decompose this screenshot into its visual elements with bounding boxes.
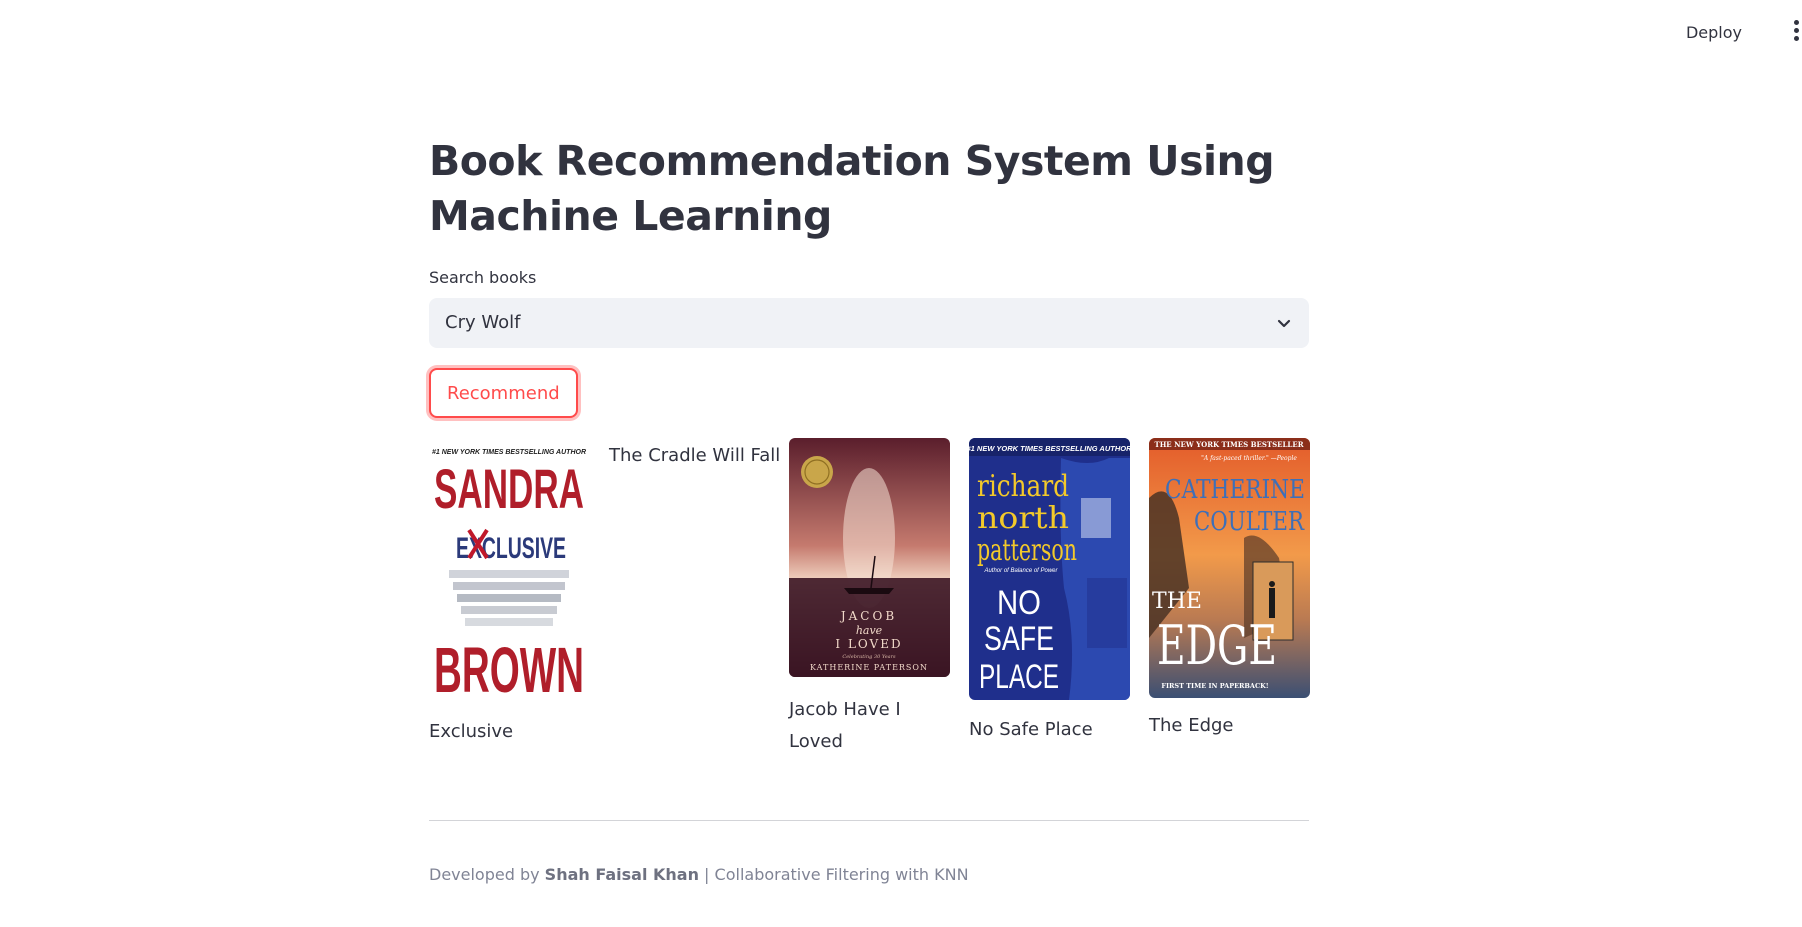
cover-line1: THE [1152,589,1202,614]
cover-line3: PLACE [979,658,1059,696]
cover-quote: "A fast-paced thriller." —People [1201,455,1297,462]
page-title: Book Recommendation System Using Machine… [429,134,1309,244]
chevron-down-icon [1277,319,1291,328]
book-title: The Edge [1149,715,1234,736]
cover-tagline: #1 NEW YORK TIMES BESTSELLING AUTHOR [969,444,1130,453]
cover-bottom: FIRST TIME IN PAPERBACK! [1161,682,1268,690]
kebab-menu-icon[interactable] [1792,20,1800,46]
book-cover-image: #1 NEW YORK TIMES BESTSELLING AUTHOR SAN… [429,440,590,700]
book-title: Jacob Have I Loved [789,699,901,752]
cover-subtag: Author of Balance of Power [983,568,1058,574]
cover-line2: EDGE [1157,614,1277,677]
page-title-line-1: Book Recommendation System Using [429,137,1275,185]
book-cover-image: THE NEW YORK TIMES BESTSELLER "A fast-pa… [1149,438,1310,698]
cover-line1: NO [997,584,1041,622]
book-cover-image: #1 NEW YORK TIMES BESTSELLING AUTHOR ric… [969,438,1130,700]
footer-credit: Developed by Shah Faisal Khan | Collabor… [429,864,969,886]
cover-author-line1: richard [977,469,1069,504]
cover-line3: BROWN [434,634,584,700]
footer-author: Shah Faisal Khan [544,865,699,884]
book-title: No Safe Place [969,719,1093,740]
cover-author-line1: CATHERINE [1165,475,1305,505]
footer-divider [429,820,1309,821]
cover-line4: Celebrating 30 Years [842,654,896,660]
cover-tagline: #1 NEW YORK TIMES BESTSELLING AUTHOR [432,449,586,456]
cover-author: KATHERINE PATERSON [810,663,928,672]
search-books-label: Search books [429,268,537,287]
cover-line1: JACOB [839,609,897,623]
recommend-button[interactable]: Recommend [429,368,578,418]
footer-prefix: Developed by [429,865,545,884]
book-title: Exclusive [429,721,514,742]
cover-author-line3: patterson [977,533,1077,568]
selected-book-value: Cry Wolf [445,312,521,333]
cover-line2: have [856,624,883,637]
page-title-line-2: Machine Learning [429,192,832,240]
cover-line3: I LOVED [835,637,902,651]
cover-line2: SAFE [984,620,1054,658]
cover-tagline: THE NEW YORK TIMES BESTSELLER [1154,440,1303,449]
cover-author-line2: COULTER [1194,507,1305,537]
cover-line1: SANDRA [434,457,584,520]
book-title: The Cradle Will Fall [609,445,781,466]
search-books-select[interactable]: Cry Wolf [429,298,1309,348]
book-cover-image: JACOB have I LOVED Celebrating 30 Years … [789,438,950,677]
deploy-button[interactable]: Deploy [1674,16,1754,50]
footer-suffix: | Collaborative Filtering with KNN [698,865,969,884]
app-header: Deploy [0,0,1802,66]
cover-author-line2: north [977,501,1069,536]
